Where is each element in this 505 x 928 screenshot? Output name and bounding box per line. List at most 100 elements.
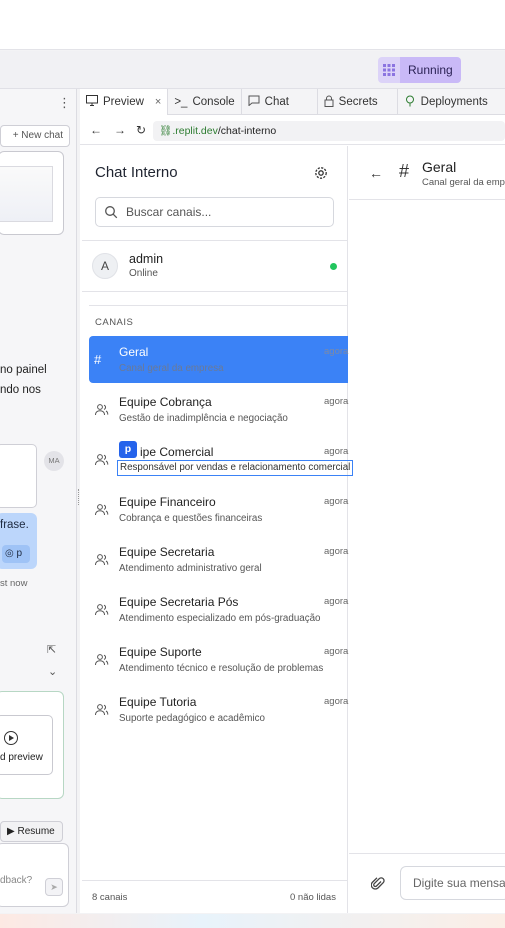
sidebar-title: Chat Interno — [95, 164, 178, 181]
channel-item-equipe-secretaria-pos[interactable]: Equipe Secretaria Pós Atendimento especi… — [89, 586, 348, 633]
preview-thumbnail[interactable] — [0, 715, 53, 775]
terminal-icon: >_ — [174, 96, 188, 108]
new-chat-button[interactable]: + New chat — [0, 125, 70, 147]
chat-subtitle: Canal geral da emp — [422, 177, 505, 188]
tab-console[interactable]: >_ Console — [168, 89, 242, 115]
back-arrow-icon[interactable]: ← — [90, 123, 102, 137]
channel-time: agora — [324, 346, 349, 357]
play-icon[interactable] — [4, 731, 18, 745]
close-icon[interactable]: × — [155, 96, 161, 108]
channel-time: agora — [324, 696, 349, 707]
kebab-menu-icon[interactable]: ⋮ — [58, 95, 71, 111]
online-status-dot — [330, 263, 337, 270]
back-arrow-icon[interactable]: ← — [369, 165, 383, 181]
url-field[interactable]: ⛓.replit.dev/chat-interno — [153, 121, 505, 141]
channel-time: agora — [324, 646, 349, 657]
channel-description: Atendimento administrativo geral — [119, 563, 262, 574]
bubble-text: frase. — [0, 519, 29, 531]
user-message-card — [0, 444, 37, 508]
tab-chat[interactable]: Chat — [242, 89, 318, 115]
channel-description: Atendimento especializado em pós-graduaç… — [119, 613, 321, 624]
channel-name: Equipe Financeiro — [119, 495, 216, 509]
channel-time: agora — [324, 446, 349, 457]
channel-description: Canal geral da empresa — [119, 363, 224, 374]
unread-count: 0 não lidas — [290, 892, 336, 903]
deploy-icon — [404, 95, 416, 110]
forward-arrow-icon[interactable]: → — [114, 123, 126, 137]
chevron-down-icon[interactable]: ⌄ — [48, 665, 57, 678]
run-control[interactable]: Running — [378, 57, 461, 83]
divider — [89, 305, 348, 306]
reload-icon[interactable]: ↻ — [136, 123, 146, 137]
bottom-edge — [0, 914, 505, 928]
channel-description: Atendimento técnico e resolução de probl… — [119, 663, 324, 674]
channel-name: Geral — [119, 345, 149, 359]
preview-label: d preview — [0, 752, 43, 763]
channel-time: agora — [324, 496, 349, 507]
tab-deployments[interactable]: Deployments — [398, 89, 494, 115]
gear-icon[interactable] — [313, 165, 329, 181]
tab-label: Console — [192, 96, 235, 108]
divider — [82, 240, 348, 241]
screenshot-card[interactable] — [0, 151, 64, 235]
tab-secrets[interactable]: Secrets — [318, 89, 398, 115]
search-icon — [104, 205, 118, 219]
target-icon: ◎ — [5, 548, 14, 559]
hash-icon: # — [399, 161, 410, 181]
resume-label: Resume — [17, 826, 55, 837]
channel-time: agora — [324, 396, 349, 407]
workflow-grid-icon[interactable] — [378, 57, 400, 83]
channel-name: ipe Comercial — [140, 445, 214, 459]
divider — [82, 880, 348, 881]
attachment-chip[interactable]: ◎ p — [2, 545, 30, 563]
running-button[interactable]: Running — [400, 57, 461, 83]
expand-icon[interactable]: ⇱ — [47, 643, 56, 656]
group-icon — [94, 502, 109, 517]
tab-preview[interactable]: Preview × — [80, 89, 169, 115]
top-bar — [0, 0, 505, 50]
avatar: MA — [44, 451, 64, 471]
channels-section-label: CANAIS — [95, 317, 134, 328]
lock-icon — [324, 95, 334, 110]
tab-label: Chat — [264, 96, 289, 108]
channel-name: Equipe Secretaria — [119, 545, 215, 559]
url-host: .replit.dev — [172, 125, 218, 137]
channel-description: Suporte pedagógico e acadêmico — [119, 713, 265, 724]
hash-icon: # — [94, 352, 102, 367]
resume-button[interactable]: ▶ Resume — [0, 821, 63, 842]
agent-message-line: ndo nos — [0, 384, 41, 396]
url-path: /chat-interno — [217, 125, 277, 137]
paperclip-icon[interactable] — [370, 876, 385, 895]
channel-name: Equipe Cobrança — [119, 395, 212, 409]
divider — [82, 291, 348, 292]
agent-pane: ⋮ + New chat no painel ndo nos MA frase.… — [0, 89, 77, 913]
user-status: Online — [129, 268, 158, 279]
chat-bubble-icon — [248, 95, 260, 109]
channel-item-equipe-secretaria[interactable]: Equipe Secretaria Atendimento administra… — [89, 536, 348, 583]
channel-description: Cobrança e questões financeiras — [119, 513, 263, 524]
search-placeholder: Buscar canais... — [126, 205, 212, 219]
user-name: admin — [129, 252, 164, 266]
group-icon — [94, 652, 109, 667]
channel-item-equipe-suporte[interactable]: Equipe Suporte Atendimento técnico e res… — [89, 636, 348, 683]
tab-label: Preview — [103, 96, 144, 108]
channel-item-equipe-financeiro[interactable]: Equipe Financeiro Cobrança e questões fi… — [89, 486, 348, 533]
channel-item-equipe-comercial[interactable]: p ipe Comercial Responsável por vendas e… — [89, 436, 354, 483]
element-picker-tag[interactable]: p — [119, 441, 137, 458]
channel-item-geral[interactable]: # Geral Canal geral da empresa agora — [89, 336, 348, 383]
channel-item-equipe-cobranca[interactable]: Equipe Cobrança Gestão de inadimplência … — [89, 386, 348, 433]
message-timestamp: st now — [0, 578, 28, 589]
channel-name: Equipe Tutoria — [119, 695, 197, 709]
channel-time: agora — [324, 546, 349, 557]
channel-description: Gestão de inadimplência e negociação — [119, 413, 288, 424]
channel-time: agora — [324, 596, 349, 607]
agent-message-line: no painel — [0, 364, 47, 376]
channel-count: 8 canais — [92, 892, 128, 903]
message-input[interactable]: Digite sua mensag — [400, 866, 505, 900]
divider — [349, 853, 505, 854]
screenshot-thumbnail[interactable] — [0, 166, 53, 222]
channel-item-equipe-tutoria[interactable]: Equipe Tutoria Suporte pedagógico e acad… — [89, 686, 348, 733]
send-button[interactable]: ➤ — [45, 878, 63, 896]
group-icon — [94, 702, 109, 717]
channel-name: Equipe Suporte — [119, 645, 202, 659]
